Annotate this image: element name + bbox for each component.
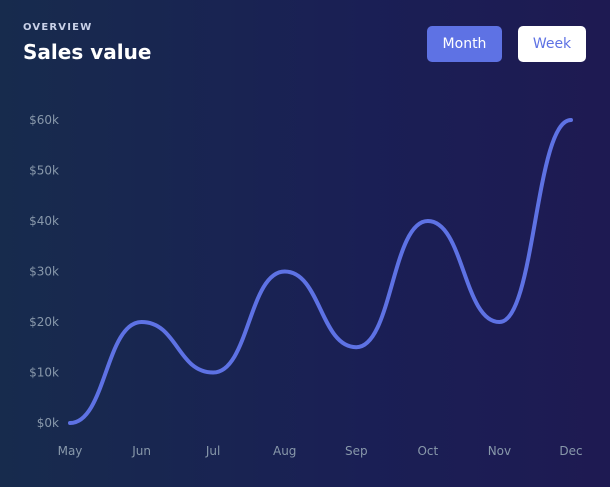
x-tick-label: Oct	[417, 444, 438, 458]
y-tick-label: $50k	[29, 164, 59, 178]
y-tick-label: $60k	[29, 113, 59, 127]
y-tick-label: $10k	[29, 366, 59, 380]
y-tick-label: $0k	[37, 416, 59, 430]
y-axis-ticks: $0k $10k $20k $30k $40k $50k $60k	[29, 113, 59, 430]
x-axis-ticks: May Jun Jul Aug Sep Oct Nov Dec	[58, 444, 583, 458]
sales-series-line	[68, 118, 573, 425]
x-tick-label: Dec	[559, 444, 582, 458]
x-tick-label: Jul	[205, 444, 220, 458]
sales-value-card: OVERVIEW Sales value Month Week $0k $10k $…	[0, 0, 610, 487]
y-tick-label: $20k	[29, 315, 59, 329]
y-tick-label: $40k	[29, 214, 59, 228]
x-tick-label: Aug	[273, 444, 296, 458]
sales-line-chart: $0k $10k $20k $30k $40k $50k $60k May Jun Jul Aug…	[29, 113, 583, 458]
x-tick-label: Nov	[488, 444, 511, 458]
x-tick-label: May	[58, 444, 83, 458]
x-tick-label: Jun	[131, 444, 151, 458]
y-tick-label: $30k	[29, 265, 59, 279]
x-tick-label: Sep	[345, 444, 368, 458]
